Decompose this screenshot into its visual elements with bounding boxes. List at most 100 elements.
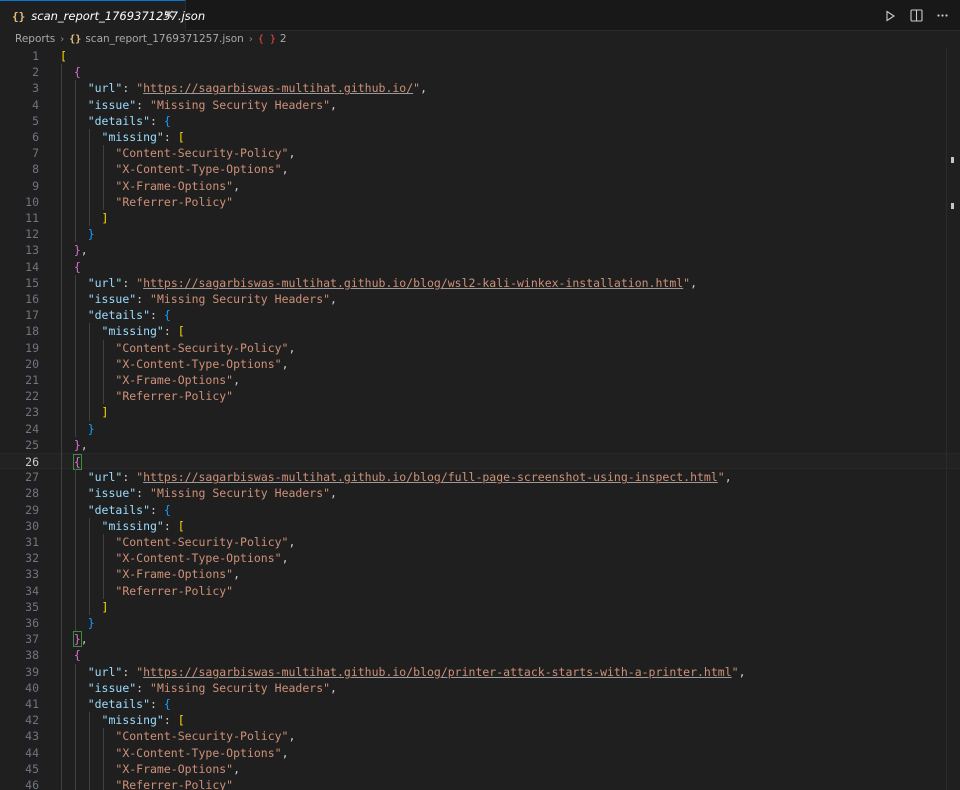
code-line[interactable]: 13 }, (0, 242, 960, 258)
line-number: 20 (25, 356, 39, 371)
code-line[interactable]: 30 "missing": [ (0, 518, 960, 534)
code-line[interactable]: 16 "issue": "Missing Security Headers", (0, 291, 960, 307)
line-code: "X-Frame-Options", (115, 567, 241, 582)
code-line[interactable]: 7 "Content-Security-Policy", (0, 145, 960, 161)
line-code: "missing": [ (101, 713, 185, 728)
line-code: "Referrer-Policy" (115, 583, 234, 598)
code-line[interactable]: 5 "details": { (0, 113, 960, 129)
code-line[interactable]: 25 }, (0, 437, 960, 453)
more-actions-icon[interactable] (934, 8, 950, 24)
line-number: 44 (25, 745, 39, 760)
line-code: "X-Frame-Options", (115, 373, 241, 387)
code-line[interactable]: 35 ] (0, 599, 960, 615)
code-line[interactable]: 34 "Referrer-Policy" (0, 583, 960, 599)
indent-guide (103, 728, 104, 790)
line-number: 26 (25, 455, 39, 469)
code-line[interactable]: 10 "Referrer-Policy" (0, 194, 960, 210)
code-line[interactable]: 8 "X-Content-Type-Options", (0, 161, 960, 177)
run-icon[interactable] (882, 8, 898, 24)
vertical-scrollbar[interactable] (946, 47, 960, 790)
code-line[interactable]: 19 "Content-Security-Policy", (0, 340, 960, 356)
code-line[interactable]: 9 "X-Frame-Options", (0, 178, 960, 194)
line-number: 18 (25, 324, 39, 339)
line-number: 24 (25, 421, 39, 436)
code-line[interactable]: 17 "details": { (0, 307, 960, 323)
line-number: 22 (25, 389, 39, 404)
close-icon[interactable]: ✕ (161, 8, 177, 24)
line-code: "url": "https://sagarbiswas-multihat.git… (87, 275, 698, 290)
line-code: { (72, 454, 82, 470)
tab-scan-report[interactable]: {} scan_report_1769371257.json ✕ (0, 0, 205, 31)
line-code: } (87, 227, 95, 242)
split-editor-icon[interactable] (908, 8, 924, 24)
line-number: 42 (25, 713, 39, 728)
object-symbol-icon: { } (257, 33, 276, 45)
line-number: 10 (25, 194, 39, 209)
code-line[interactable]: 27 "url": "https://sagarbiswas-multihat.… (0, 469, 960, 485)
editor-actions (882, 0, 950, 31)
code-line[interactable]: 21 "X-Frame-Options", (0, 372, 960, 388)
code-line[interactable]: 14 { (0, 259, 960, 275)
code-line[interactable]: 6 "missing": [ (0, 129, 960, 145)
line-code: "X-Content-Type-Options", (115, 356, 289, 371)
code-line[interactable]: 45 "X-Frame-Options", (0, 761, 960, 777)
code-line[interactable]: 40 "issue": "Missing Security Headers", (0, 680, 960, 696)
code-line[interactable]: 26 { (0, 453, 960, 470)
code-line[interactable]: 11 ] (0, 210, 960, 226)
indent-guide (103, 534, 104, 599)
line-number: 38 (25, 648, 39, 663)
code-line[interactable]: 43 "Content-Security-Policy", (0, 728, 960, 744)
line-number: 17 (25, 308, 39, 323)
line-number: 39 (25, 664, 39, 679)
code-line[interactable]: 44 "X-Content-Type-Options", (0, 745, 960, 761)
code-line[interactable]: 1[ (0, 48, 960, 64)
code-line[interactable]: 28 "issue": "Missing Security Headers", (0, 485, 960, 501)
line-code: } (87, 616, 95, 630)
line-code: "issue": "Missing Security Headers", (87, 680, 337, 695)
code-editor[interactable]: 1[2 {3 "url": "https://sagarbiswas-multi… (0, 47, 960, 790)
line-code: "details": { (87, 502, 171, 517)
code-line[interactable]: 3 "url": "https://sagarbiswas-multihat.g… (0, 80, 960, 96)
json-file-icon: {} (12, 9, 26, 23)
line-number: 40 (25, 680, 39, 695)
breadcrumb-file[interactable]: scan_report_1769371257.json (85, 33, 244, 45)
line-number: 36 (25, 616, 39, 630)
line-number: 27 (25, 470, 39, 485)
line-code: "url": "https://sagarbiswas-multihat.git… (87, 470, 732, 485)
code-line[interactable]: 42 "missing": [ (0, 712, 960, 728)
line-number: 43 (25, 729, 39, 744)
code-line[interactable]: 46 "Referrer-Policy" (0, 777, 960, 790)
code-line[interactable]: 2 { (0, 64, 960, 80)
code-line[interactable]: 33 "X-Frame-Options", (0, 566, 960, 582)
code-line[interactable]: 23 ] (0, 404, 960, 420)
breadcrumb-folder[interactable]: Reports (15, 33, 55, 45)
code-line[interactable]: 41 "details": { (0, 696, 960, 712)
code-line[interactable]: 15 "url": "https://sagarbiswas-multihat.… (0, 275, 960, 291)
line-number: 3 (32, 81, 39, 96)
code-line[interactable]: 18 "missing": [ (0, 323, 960, 339)
line-code: "X-Content-Type-Options", (115, 745, 289, 760)
overview-ruler-mark (951, 157, 954, 163)
breadcrumb-symbol[interactable]: 2 (280, 33, 287, 45)
code-line[interactable]: 12 } (0, 226, 960, 242)
code-line[interactable]: 29 "details": { (0, 502, 960, 518)
line-code: } (87, 421, 95, 436)
line-code: "url": "https://sagarbiswas-multihat.git… (87, 664, 746, 679)
line-code: "details": { (87, 697, 171, 711)
line-code: "X-Content-Type-Options", (115, 551, 289, 566)
line-number: 7 (32, 146, 39, 161)
line-code: "Referrer-Policy" (115, 778, 234, 790)
code-line[interactable]: 31 "Content-Security-Policy", (0, 534, 960, 550)
code-line[interactable]: 24 } (0, 421, 960, 437)
code-line[interactable]: 37 }, (0, 631, 960, 648)
code-line[interactable]: 36 } (0, 615, 960, 631)
chevron-right-icon: › (60, 33, 65, 45)
code-line[interactable]: 20 "X-Content-Type-Options", (0, 356, 960, 372)
code-line[interactable]: 22 "Referrer-Policy" (0, 388, 960, 404)
code-line[interactable]: 4 "issue": "Missing Security Headers", (0, 97, 960, 113)
code-line[interactable]: 39 "url": "https://sagarbiswas-multihat.… (0, 664, 960, 680)
code-line[interactable]: 32 "X-Content-Type-Options", (0, 550, 960, 566)
line-code: "X-Frame-Options", (115, 761, 241, 776)
code-line[interactable]: 38 { (0, 647, 960, 663)
line-number: 33 (25, 567, 39, 582)
